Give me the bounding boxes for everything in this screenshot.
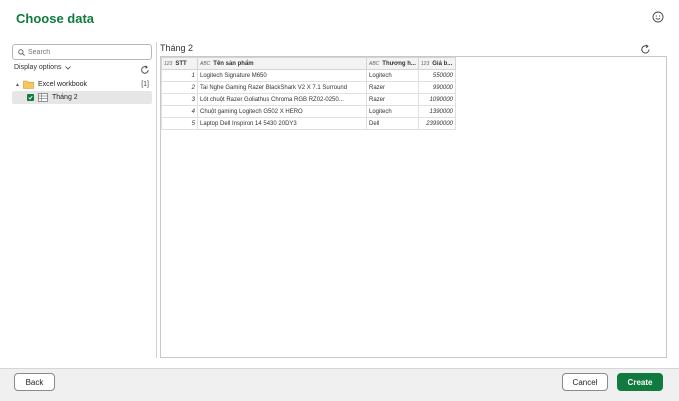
checkmark-icon <box>28 95 33 100</box>
sheet-label: Tháng 2 <box>52 94 78 101</box>
folder-icon <box>23 80 34 89</box>
back-button[interactable]: Back <box>14 373 55 391</box>
table-cell: Chuột gaming Logitech G502 X HERO <box>197 105 367 118</box>
number-type-icon: 123 <box>164 60 173 67</box>
number-type-icon: 123 <box>420 60 430 67</box>
table-cell: Razer <box>366 93 419 106</box>
table-cell: 3 <box>161 93 198 106</box>
preview-title: Tháng 2 <box>160 43 194 53</box>
table-header-row: 123 STT ABC Tên sản phẩm ABC Thương h... 12… <box>161 57 456 70</box>
feedback-smiley-icon[interactable] <box>652 10 664 23</box>
display-options-dropdown[interactable]: Display options <box>14 64 72 71</box>
table-row: 1 Logitech Signature M650 Logitech 55000… <box>161 69 456 82</box>
collapse-caret-icon[interactable]: ▲ <box>15 82 23 88</box>
display-options-label: Display options <box>14 64 62 71</box>
table-cell: 2 <box>161 81 198 94</box>
column-header-stt[interactable]: 123 STT <box>161 57 198 70</box>
cancel-button[interactable]: Cancel <box>562 373 608 391</box>
table-row: 3 Lót chuột Razer Goliathus Chroma RGB R… <box>161 93 456 106</box>
workbook-item-count: [1] <box>141 81 149 88</box>
table-cell: Logitech <box>366 105 419 118</box>
pane-divider[interactable] <box>156 42 157 358</box>
chevron-down-icon <box>65 65 72 70</box>
tree-item-excel-workbook[interactable]: ▲ Excel workbook [1] <box>12 78 152 91</box>
table-cell: 5 <box>161 117 198 130</box>
search-field[interactable] <box>12 44 152 60</box>
table-row: 5 Laptop Dell Inspiron 14 5430 20DY3 Del… <box>161 117 456 130</box>
text-type-icon: ABC <box>369 60 380 67</box>
table-cell: Dell <box>366 117 419 130</box>
column-header-product-name[interactable]: ABC Tên sản phẩm <box>197 57 367 70</box>
table-cell: Laptop Dell Inspiron 14 5430 20DY3 <box>197 117 367 130</box>
table-cell: Logitech <box>366 69 419 82</box>
table-cell: Tai Nghe Gaming Razer BlackShark V2 X 7.… <box>197 81 367 94</box>
dialog-title: Choose data <box>16 11 95 26</box>
preview-table-frame: 123 STT ABC Tên sản phẩm ABC Thương h... 12… <box>160 56 667 358</box>
create-button[interactable]: Create <box>617 373 663 391</box>
table-row: 2 Tai Nghe Gaming Razer BlackShark V2 X … <box>161 81 456 94</box>
table-cell: 990000 <box>417 81 456 94</box>
table-cell: Razer <box>366 81 419 94</box>
text-type-icon: ABC <box>200 60 211 67</box>
table-cell: 23990000 <box>417 117 456 130</box>
table-cell: 1390000 <box>417 105 456 118</box>
column-header-price[interactable]: 123 Giá b... <box>417 57 456 70</box>
search-input[interactable] <box>28 48 138 56</box>
table-cell: Logitech Signature M650 <box>197 69 367 82</box>
workbook-label: Excel workbook <box>38 81 88 88</box>
table-cell: 1 <box>161 69 198 82</box>
search-icon <box>18 48 25 56</box>
table-cell: 4 <box>161 105 198 118</box>
tree-item-sheet[interactable]: Tháng 2 <box>12 91 152 104</box>
preview-table: 123 STT ABC Tên sản phẩm ABC Thương h... 12… <box>161 57 456 130</box>
table-row: 4 Chuột gaming Logitech G502 X HERO Logi… <box>161 105 456 118</box>
table-cell: Lót chuột Razer Goliathus Chroma RGB RZ0… <box>197 93 367 106</box>
table-cell: 1090000 <box>417 93 456 106</box>
column-header-brand[interactable]: ABC Thương h... <box>366 57 419 70</box>
table-cell: 550000 <box>417 69 456 82</box>
sheet-checkbox[interactable] <box>27 94 34 101</box>
table-grid-icon <box>38 93 48 102</box>
